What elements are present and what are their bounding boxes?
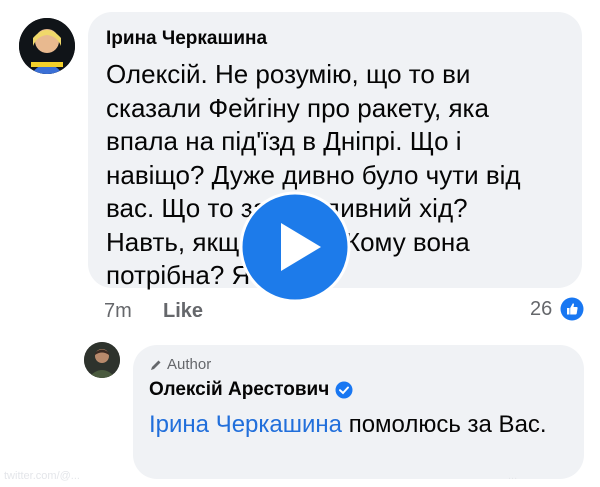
author-badge: Author <box>149 356 211 373</box>
author-badge-label: Author <box>167 356 212 373</box>
like-button[interactable]: Like <box>163 300 203 323</box>
watermark-right: ... <box>508 470 518 482</box>
reply-mention[interactable]: Ірина Черкашина <box>149 411 342 438</box>
comment-author[interactable]: Ірина Черкашина <box>106 28 267 50</box>
like-icon[interactable] <box>560 297 584 321</box>
comment-time[interactable]: 7m <box>104 300 132 323</box>
pencil-icon <box>151 360 161 370</box>
reply-author-avatar[interactable] <box>84 342 120 378</box>
commenter-avatar[interactable] <box>19 18 75 74</box>
reply-author[interactable]: Олексій Арестович <box>149 379 353 401</box>
reply-body: помолюсь за Вас. <box>342 411 547 438</box>
verified-badge-icon <box>335 381 353 399</box>
reply-author-name[interactable]: Олексій Арестович <box>149 379 329 401</box>
watermark-left: twitter.com/@... <box>4 470 80 482</box>
reply-text: Ірина Черкашина помолюсь за Вас. <box>149 408 569 441</box>
play-icon[interactable] <box>239 191 351 303</box>
reaction-count[interactable]: 26 <box>530 298 552 321</box>
